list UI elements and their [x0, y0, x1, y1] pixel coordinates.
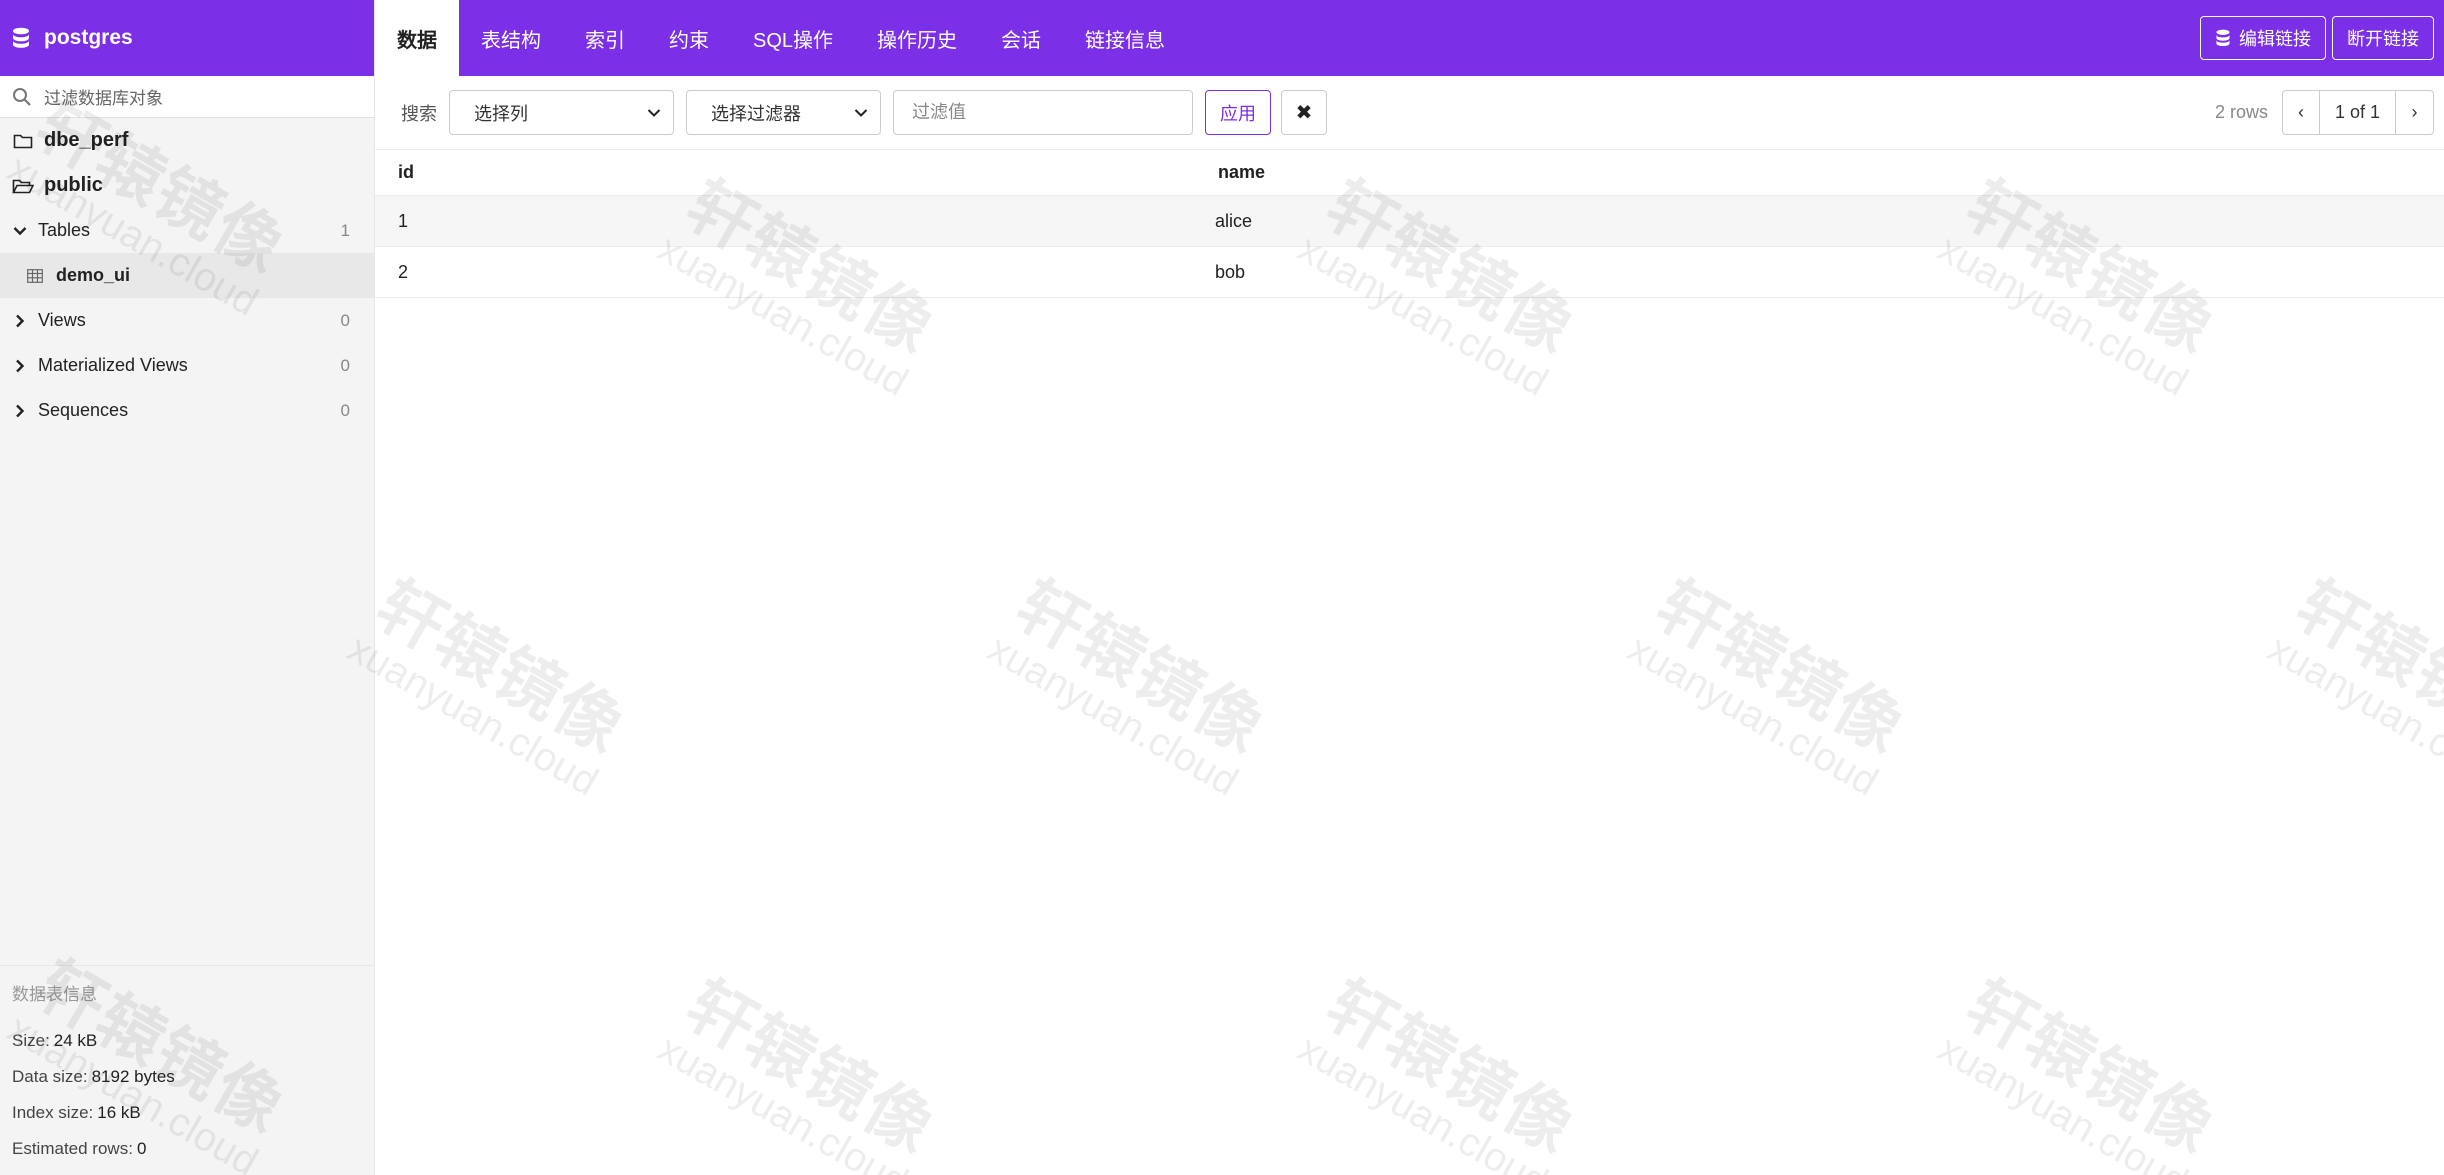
tab-indexes[interactable]: 索引: [563, 0, 647, 76]
watermark: 轩辕镜像xuanyuan.cloud: [650, 966, 948, 1175]
tab-data[interactable]: 数据: [375, 0, 459, 76]
rows-count: 2 rows: [2214, 102, 2268, 122]
group-count: 0: [340, 355, 350, 375]
group-count: 0: [340, 310, 350, 330]
watermark: 轩辕镜像xuanyuan.cloud: [1930, 966, 2228, 1175]
disconnect-button[interactable]: 断开链接: [2332, 16, 2434, 60]
chevron-down-icon: [647, 108, 661, 117]
folder-icon: [12, 130, 34, 152]
info-key: Index size:: [12, 1103, 94, 1122]
schema-name: public: [44, 174, 103, 196]
table-name: demo_ui: [56, 265, 131, 285]
db-name: postgres: [44, 26, 133, 49]
database-icon: [13, 27, 29, 48]
tab-structure[interactable]: 表结构: [459, 0, 563, 76]
filter-type-value: 选择过滤器: [711, 103, 801, 124]
top-nav: 数据 表结构 索引 约束 SQL操作 操作历史 会话 链接信息 编辑链接 断开链…: [375, 0, 2444, 76]
grid-header: id name: [375, 150, 2444, 196]
watermark: 轩辕镜像xuanyuan.cloud: [2260, 566, 2444, 805]
table-info-panel: 数据表信息 Size: 24 kB Data size: 8192 bytes In…: [0, 965, 374, 1175]
chevron-right-icon: [12, 310, 28, 332]
cell-id[interactable]: 2: [375, 262, 1215, 283]
sidebar: postgres 过滤数据库对象 dbe_perf public Tables …: [0, 0, 375, 1175]
table-row[interactable]: 1 alice: [375, 196, 2444, 247]
column-select-value: 选择列: [474, 103, 528, 124]
top-actions: 编辑链接 断开链接: [2200, 16, 2434, 60]
chevron-right-icon: [12, 400, 28, 422]
cell-id[interactable]: 1: [375, 211, 1215, 232]
tab-sql[interactable]: SQL操作: [731, 0, 855, 76]
chevron-down-icon: [12, 220, 28, 242]
info-key: Data size:: [12, 1067, 88, 1086]
schema-dbe-perf[interactable]: dbe_perf: [0, 118, 374, 163]
tab-sessions[interactable]: 会话: [979, 0, 1063, 76]
object-filter-placeholder: 过滤数据库对象: [44, 89, 163, 108]
page-indicator: 1 of 1: [2320, 90, 2396, 135]
apply-button[interactable]: 应用: [1205, 90, 1271, 135]
info-key: Size:: [12, 1031, 50, 1050]
column-header-name[interactable]: name: [1215, 162, 2444, 183]
chevron-down-icon: [854, 108, 868, 117]
filter-type-select[interactable]: 选择过滤器: [686, 90, 881, 135]
group-count: 1: [340, 220, 350, 240]
group-views[interactable]: Views 0: [0, 298, 374, 343]
info-estimated-rows: Estimated rows: 0: [12, 1131, 362, 1167]
watermark: 轩辕镜像xuanyuan.cloud: [1620, 566, 1918, 805]
edit-connection-button[interactable]: 编辑链接: [2200, 16, 2326, 60]
column-header-id[interactable]: id: [375, 162, 1215, 183]
info-key: Estimated rows:: [12, 1139, 133, 1158]
cell-name[interactable]: bob: [1215, 262, 2444, 283]
group-label: Views: [38, 310, 86, 330]
filter-bar: 搜索 选择列 选择过滤器 应用 ✖ 2 rows ‹ 1 of 1 ›: [375, 76, 2444, 150]
info-value: 0: [136, 1139, 147, 1158]
info-value: 16 kB: [97, 1103, 141, 1122]
tab-history[interactable]: 操作历史: [855, 0, 979, 76]
table-icon: [24, 265, 46, 287]
table-info-title: 数据表信息: [12, 985, 97, 1004]
search-label: 搜索: [401, 103, 437, 124]
next-page-button[interactable]: ›: [2396, 90, 2434, 135]
group-label: Materialized Views: [38, 355, 188, 375]
tab-connection-info[interactable]: 链接信息: [1063, 0, 1187, 76]
tab-constraints[interactable]: 约束: [647, 0, 731, 76]
schema-name: dbe_perf: [44, 129, 129, 151]
data-grid: id name 1 alice 2 bob: [375, 150, 2444, 298]
table-row[interactable]: 2 bob: [375, 247, 2444, 298]
info-value: 8192 bytes: [91, 1067, 175, 1086]
table-item-demo-ui[interactable]: demo_ui: [0, 253, 374, 298]
watermark: 轩辕镜像xuanyuan.cloud: [980, 566, 1278, 805]
info-index-size: Index size: 16 kB: [12, 1095, 362, 1131]
group-count: 0: [340, 400, 350, 420]
db-header[interactable]: postgres: [0, 0, 374, 76]
object-filter[interactable]: 过滤数据库对象: [0, 76, 374, 118]
group-label: Sequences: [38, 400, 129, 420]
edit-connection-label: 编辑链接: [2239, 29, 2311, 49]
search-icon: [13, 87, 31, 106]
group-materialized-views[interactable]: Materialized Views 0: [0, 343, 374, 388]
pagination: 2 rows ‹ 1 of 1 ›: [2215, 90, 2434, 135]
schema-public[interactable]: public: [0, 163, 374, 208]
info-value: 24 kB: [53, 1031, 98, 1050]
chevron-right-icon: [12, 355, 28, 377]
database-icon: [2216, 29, 2230, 47]
folder-open-icon: [12, 175, 34, 197]
watermark: 轩辕镜像xuanyuan.cloud: [340, 566, 638, 805]
info-size: Size: 24 kB: [12, 1023, 362, 1059]
group-sequences[interactable]: Sequences 0: [0, 388, 374, 433]
column-select[interactable]: 选择列: [449, 90, 674, 135]
watermark: 轩辕镜像xuanyuan.cloud: [1290, 966, 1588, 1175]
prev-page-button[interactable]: ‹: [2282, 90, 2320, 135]
cell-name[interactable]: alice: [1215, 211, 2444, 232]
filter-value-input[interactable]: [893, 90, 1193, 135]
group-label: Tables: [38, 220, 91, 240]
clear-filter-button[interactable]: ✖: [1281, 90, 1327, 135]
group-tables[interactable]: Tables 1: [0, 208, 374, 253]
info-data-size: Data size: 8192 bytes: [12, 1059, 362, 1095]
